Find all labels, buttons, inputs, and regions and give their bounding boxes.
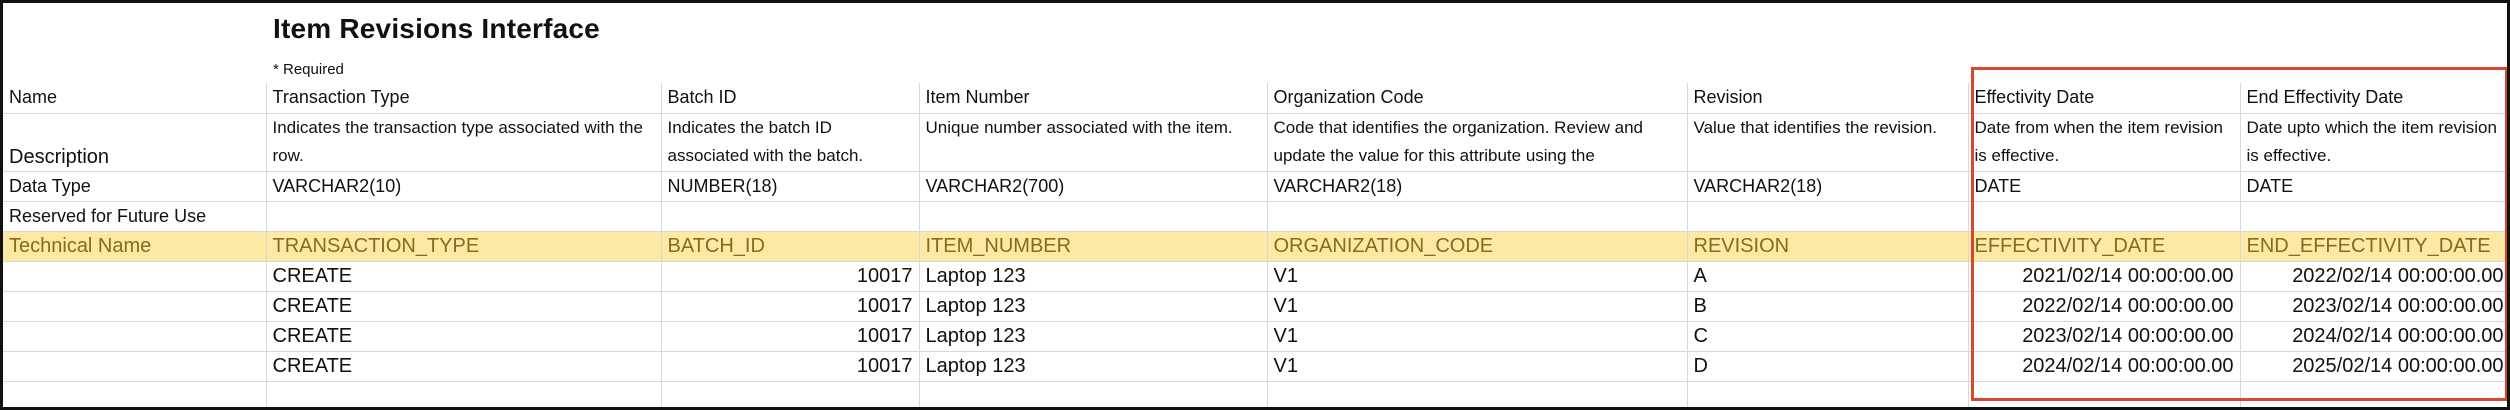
cell-item-number[interactable]: Laptop 123 (919, 261, 1268, 292)
description-effectivity-date[interactable]: Date from when the item revision is effe… (1968, 113, 2241, 172)
column-name-transaction-type[interactable]: Transaction Type (266, 83, 662, 114)
data-type-effectivity-date[interactable]: DATE (1968, 171, 2241, 202)
empty-row (3, 381, 2507, 407)
interface-table: Name Transaction Type Batch ID Item Numb… (3, 83, 2507, 407)
reserved-cell[interactable] (1968, 201, 2241, 232)
data-type-end-effectivity-date[interactable]: DATE (2240, 171, 2507, 202)
empty-cell[interactable] (661, 381, 920, 407)
cell-revision[interactable]: A (1687, 261, 1969, 292)
technical-end-effectivity-date[interactable]: END_EFFECTIVITY_DATE (2240, 231, 2507, 262)
description-row: Description Indicates the transaction ty… (3, 113, 2507, 172)
description-batch-id[interactable]: Indicates the batch ID associated with t… (661, 113, 920, 172)
table-row: CREATE 10017 Laptop 123 V1 C 2023/02/14 … (3, 321, 2507, 352)
row-label-reserved[interactable]: Reserved for Future Use (3, 201, 267, 232)
cell-effectivity-date[interactable]: 2022/02/14 00:00:00.00 (1968, 291, 2241, 322)
cell-transaction-type[interactable]: CREATE (266, 291, 662, 322)
empty-cell[interactable] (2240, 381, 2507, 407)
row-label-data-type[interactable]: Data Type (3, 171, 267, 202)
cell-organization-code[interactable]: V1 (1267, 321, 1688, 352)
cell-organization-code[interactable]: V1 (1267, 351, 1688, 382)
table-row: CREATE 10017 Laptop 123 V1 B 2022/02/14 … (3, 291, 2507, 322)
table-row: CREATE 10017 Laptop 123 V1 D 2024/02/14 … (3, 351, 2507, 382)
cell-effectivity-date[interactable]: 2023/02/14 00:00:00.00 (1968, 321, 2241, 352)
empty-cell[interactable] (1267, 381, 1688, 407)
spreadsheet: Item Revisions Interface * Required Name… (0, 0, 2510, 410)
row-header-cell[interactable] (3, 261, 267, 292)
technical-effectivity-date[interactable]: EFFECTIVITY_DATE (1968, 231, 2241, 262)
description-end-effectivity-date[interactable]: Date upto which the item revision is eff… (2240, 113, 2507, 172)
empty-cell[interactable] (3, 381, 267, 407)
row-header-cell[interactable] (3, 291, 267, 322)
table-row: CREATE 10017 Laptop 123 V1 A 2021/02/14 … (3, 261, 2507, 292)
cell-transaction-type[interactable]: CREATE (266, 321, 662, 352)
reserved-cell[interactable] (919, 201, 1268, 232)
data-type-transaction-type[interactable]: VARCHAR2(10) (266, 171, 662, 202)
row-label-description[interactable]: Description (3, 113, 267, 172)
cell-batch-id[interactable]: 10017 (661, 291, 920, 322)
reserved-cell[interactable] (1687, 201, 1969, 232)
description-revision[interactable]: Value that identifies the revision. (1687, 113, 1969, 172)
description-transaction-type[interactable]: Indicates the transaction type associate… (266, 113, 662, 172)
technical-revision[interactable]: REVISION (1687, 231, 1969, 262)
column-name-organization-code[interactable]: Organization Code (1267, 83, 1688, 114)
row-label-name[interactable]: Name (3, 83, 267, 114)
page-title: Item Revisions Interface (273, 13, 600, 44)
cell-batch-id[interactable]: 10017 (661, 321, 920, 352)
technical-name-row: Technical Name TRANSACTION_TYPE BATCH_ID… (3, 231, 2507, 262)
reserved-cell[interactable] (2240, 201, 2507, 232)
column-name-end-effectivity-date[interactable]: End Effectivity Date (2240, 83, 2507, 114)
row-header-cell[interactable] (3, 351, 267, 382)
technical-batch-id[interactable]: BATCH_ID (661, 231, 920, 262)
cell-item-number[interactable]: Laptop 123 (919, 291, 1268, 322)
technical-item-number[interactable]: ITEM_NUMBER (919, 231, 1268, 262)
reserved-row: Reserved for Future Use (3, 201, 2507, 232)
reserved-cell[interactable] (661, 201, 920, 232)
reserved-cell[interactable] (266, 201, 662, 232)
cell-end-effectivity-date[interactable]: 2023/02/14 00:00:00.00 (2240, 291, 2507, 322)
technical-transaction-type[interactable]: TRANSACTION_TYPE (266, 231, 662, 262)
row-header-cell[interactable] (3, 321, 267, 352)
header-name-row: Name Transaction Type Batch ID Item Numb… (3, 83, 2507, 114)
column-name-revision[interactable]: Revision (1687, 83, 1969, 114)
column-name-item-number[interactable]: Item Number (919, 83, 1268, 114)
data-type-revision[interactable]: VARCHAR2(18) (1687, 171, 1969, 202)
cell-revision[interactable]: B (1687, 291, 1969, 322)
column-name-batch-id[interactable]: Batch ID (661, 83, 920, 114)
reserved-cell[interactable] (1267, 201, 1688, 232)
empty-cell[interactable] (1687, 381, 1969, 407)
cell-end-effectivity-date[interactable]: 2024/02/14 00:00:00.00 (2240, 321, 2507, 352)
cell-end-effectivity-date[interactable]: 2025/02/14 00:00:00.00 (2240, 351, 2507, 382)
cell-effectivity-date[interactable]: 2024/02/14 00:00:00.00 (1968, 351, 2241, 382)
cell-end-effectivity-date[interactable]: 2022/02/14 00:00:00.00 (2240, 261, 2507, 292)
description-item-number[interactable]: Unique number associated with the item. (919, 113, 1268, 172)
column-name-effectivity-date[interactable]: Effectivity Date (1968, 83, 2241, 114)
row-label-technical-name[interactable]: Technical Name (3, 231, 267, 262)
description-organization-code[interactable]: Code that identifies the organization. R… (1267, 113, 1688, 172)
cell-item-number[interactable]: Laptop 123 (919, 351, 1268, 382)
data-type-row: Data Type VARCHAR2(10) NUMBER(18) VARCHA… (3, 171, 2507, 202)
data-type-organization-code[interactable]: VARCHAR2(18) (1267, 171, 1688, 202)
required-note: * Required (273, 61, 344, 78)
cell-effectivity-date[interactable]: 2021/02/14 00:00:00.00 (1968, 261, 2241, 292)
cell-transaction-type[interactable]: CREATE (266, 351, 662, 382)
empty-cell[interactable] (919, 381, 1268, 407)
cell-revision[interactable]: C (1687, 321, 1969, 352)
empty-cell[interactable] (266, 381, 662, 407)
cell-transaction-type[interactable]: CREATE (266, 261, 662, 292)
cell-organization-code[interactable]: V1 (1267, 291, 1688, 322)
data-type-batch-id[interactable]: NUMBER(18) (661, 171, 920, 202)
technical-organization-code[interactable]: ORGANIZATION_CODE (1267, 231, 1688, 262)
empty-cell[interactable] (1968, 381, 2241, 407)
cell-item-number[interactable]: Laptop 123 (919, 321, 1268, 352)
cell-organization-code[interactable]: V1 (1267, 261, 1688, 292)
cell-batch-id[interactable]: 10017 (661, 351, 920, 382)
data-type-item-number[interactable]: VARCHAR2(700) (919, 171, 1268, 202)
cell-batch-id[interactable]: 10017 (661, 261, 920, 292)
cell-revision[interactable]: D (1687, 351, 1969, 382)
